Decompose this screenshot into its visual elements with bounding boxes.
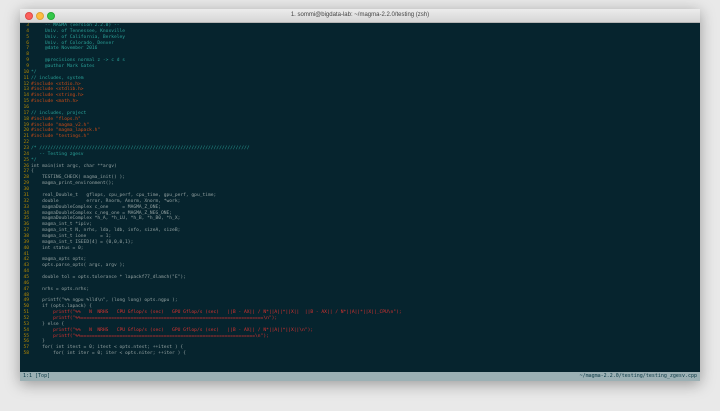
title-bar: 1. sommi@bigdata-lab: ~/magma-2.2.0/test… bbox=[20, 9, 700, 23]
terminal-window: 1. sommi@bigdata-lab: ~/magma-2.2.0/test… bbox=[20, 9, 700, 381]
code-text: for( int iter = 0; iter < opts.niter; ++… bbox=[31, 351, 186, 357]
file-path: ~/magma-2.2.0/testing/testing_zgesv.cpp bbox=[579, 373, 697, 379]
code-line[interactable]: 58 for( int iter = 0; iter < opts.niter;… bbox=[20, 351, 700, 357]
window-title: 1. sommi@bigdata-lab: ~/magma-2.2.0/test… bbox=[290, 12, 430, 18]
cursor-position: 1:1 [Top] bbox=[23, 373, 51, 379]
code-editor[interactable]: 3 -- MAGMA (version 2.2.0) -- 4 Univ. of … bbox=[20, 23, 700, 372]
status-bar: 1:1 [Top] ~/magma-2.2.0/testing/testing_… bbox=[20, 372, 700, 381]
line-number: 58 bbox=[23, 351, 29, 357]
